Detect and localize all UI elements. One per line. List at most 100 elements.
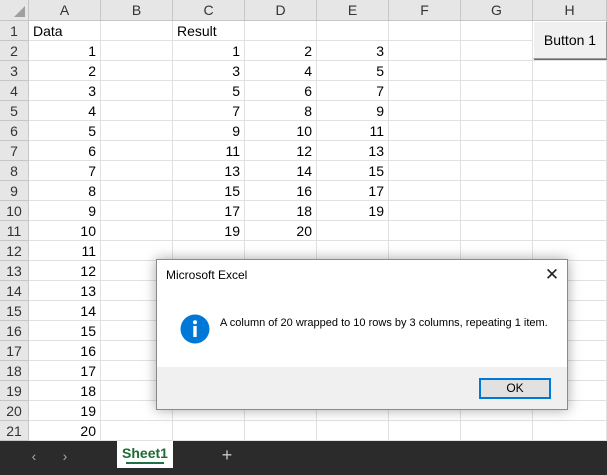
cell-a9[interactable]: 8 xyxy=(29,181,101,201)
cell-e3[interactable]: 5 xyxy=(317,61,389,81)
row-header-17[interactable]: 17 xyxy=(0,341,29,361)
cell-h3[interactable] xyxy=(533,61,607,81)
cell-f21[interactable] xyxy=(389,421,461,441)
column-header-b[interactable]: B xyxy=(101,0,173,21)
column-header-c[interactable]: C xyxy=(173,0,245,21)
cell-c5[interactable]: 7 xyxy=(173,101,245,121)
cell-f10[interactable] xyxy=(389,201,461,221)
row-header-4[interactable]: 4 xyxy=(0,81,29,101)
cell-a2[interactable]: 1 xyxy=(29,41,101,61)
cell-g8[interactable] xyxy=(461,161,533,181)
cell-h12[interactable] xyxy=(533,241,607,261)
cell-c8[interactable]: 13 xyxy=(173,161,245,181)
row-header-3[interactable]: 3 xyxy=(0,61,29,81)
column-header-f[interactable]: F xyxy=(389,0,461,21)
cell-a21[interactable]: 20 xyxy=(29,421,101,441)
row-header-11[interactable]: 11 xyxy=(0,221,29,241)
row-header-2[interactable]: 2 xyxy=(0,41,29,61)
cell-a12[interactable]: 11 xyxy=(29,241,101,261)
row-header-6[interactable]: 6 xyxy=(0,121,29,141)
button-1[interactable]: Button 1 xyxy=(533,21,607,59)
cell-b5[interactable] xyxy=(101,101,173,121)
cell-f1[interactable] xyxy=(389,21,461,41)
column-header-h[interactable]: H xyxy=(533,0,607,21)
cell-e12[interactable] xyxy=(317,241,389,261)
row-header-15[interactable]: 15 xyxy=(0,301,29,321)
cell-a20[interactable]: 19 xyxy=(29,401,101,421)
cell-b10[interactable] xyxy=(101,201,173,221)
row-header-21[interactable]: 21 xyxy=(0,421,29,441)
cell-d7[interactable]: 12 xyxy=(245,141,317,161)
cell-c21[interactable] xyxy=(173,421,245,441)
row-header-14[interactable]: 14 xyxy=(0,281,29,301)
cell-c12[interactable] xyxy=(173,241,245,261)
cell-e9[interactable]: 17 xyxy=(317,181,389,201)
cell-f3[interactable] xyxy=(389,61,461,81)
cell-d9[interactable]: 16 xyxy=(245,181,317,201)
cell-a17[interactable]: 16 xyxy=(29,341,101,361)
cell-d5[interactable]: 8 xyxy=(245,101,317,121)
cell-b11[interactable] xyxy=(101,221,173,241)
cell-h8[interactable] xyxy=(533,161,607,181)
cell-g12[interactable] xyxy=(461,241,533,261)
cell-a4[interactable]: 3 xyxy=(29,81,101,101)
cell-h6[interactable] xyxy=(533,121,607,141)
cell-h4[interactable] xyxy=(533,81,607,101)
cell-h5[interactable] xyxy=(533,101,607,121)
cell-b4[interactable] xyxy=(101,81,173,101)
cell-f11[interactable] xyxy=(389,221,461,241)
cell-d8[interactable]: 14 xyxy=(245,161,317,181)
row-header-18[interactable]: 18 xyxy=(0,361,29,381)
cell-f9[interactable] xyxy=(389,181,461,201)
row-header-13[interactable]: 13 xyxy=(0,261,29,281)
column-header-g[interactable]: G xyxy=(461,0,533,21)
cell-a13[interactable]: 12 xyxy=(29,261,101,281)
cell-f5[interactable] xyxy=(389,101,461,121)
cell-c11[interactable]: 19 xyxy=(173,221,245,241)
cell-d6[interactable]: 10 xyxy=(245,121,317,141)
cell-c4[interactable]: 5 xyxy=(173,81,245,101)
cell-a16[interactable]: 15 xyxy=(29,321,101,341)
cell-a18[interactable]: 17 xyxy=(29,361,101,381)
row-header-19[interactable]: 19 xyxy=(0,381,29,401)
cell-c3[interactable]: 3 xyxy=(173,61,245,81)
cell-d10[interactable]: 18 xyxy=(245,201,317,221)
cell-b12[interactable] xyxy=(101,241,173,261)
cell-f6[interactable] xyxy=(389,121,461,141)
cell-a10[interactable]: 9 xyxy=(29,201,101,221)
row-header-16[interactable]: 16 xyxy=(0,321,29,341)
cell-c6[interactable]: 9 xyxy=(173,121,245,141)
cell-e21[interactable] xyxy=(317,421,389,441)
cell-g7[interactable] xyxy=(461,141,533,161)
cell-c1[interactable]: Result xyxy=(173,21,245,41)
cell-b1[interactable] xyxy=(101,21,173,41)
cell-e10[interactable]: 19 xyxy=(317,201,389,221)
cell-a7[interactable]: 6 xyxy=(29,141,101,161)
cell-b3[interactable] xyxy=(101,61,173,81)
cell-f4[interactable] xyxy=(389,81,461,101)
select-all-corner[interactable] xyxy=(0,0,29,21)
cell-a11[interactable]: 10 xyxy=(29,221,101,241)
row-header-9[interactable]: 9 xyxy=(0,181,29,201)
cell-d12[interactable] xyxy=(245,241,317,261)
tab-sheet1[interactable]: Sheet1 xyxy=(117,441,173,468)
cell-e7[interactable]: 13 xyxy=(317,141,389,161)
cell-a14[interactable]: 13 xyxy=(29,281,101,301)
cell-g9[interactable] xyxy=(461,181,533,201)
cell-d1[interactable] xyxy=(245,21,317,41)
cell-a1[interactable]: Data xyxy=(29,21,101,41)
cell-d21[interactable] xyxy=(245,421,317,441)
ok-button[interactable]: OK xyxy=(479,378,551,399)
cell-d11[interactable]: 20 xyxy=(245,221,317,241)
cell-h11[interactable] xyxy=(533,221,607,241)
cell-g10[interactable] xyxy=(461,201,533,221)
cell-c10[interactable]: 17 xyxy=(173,201,245,221)
cell-c7[interactable]: 11 xyxy=(173,141,245,161)
chevron-left-icon[interactable]: ‹ xyxy=(22,441,46,475)
cell-d4[interactable]: 6 xyxy=(245,81,317,101)
cell-b9[interactable] xyxy=(101,181,173,201)
row-header-20[interactable]: 20 xyxy=(0,401,29,421)
cell-a8[interactable]: 7 xyxy=(29,161,101,181)
cell-g2[interactable] xyxy=(461,41,533,61)
cell-d2[interactable]: 2 xyxy=(245,41,317,61)
